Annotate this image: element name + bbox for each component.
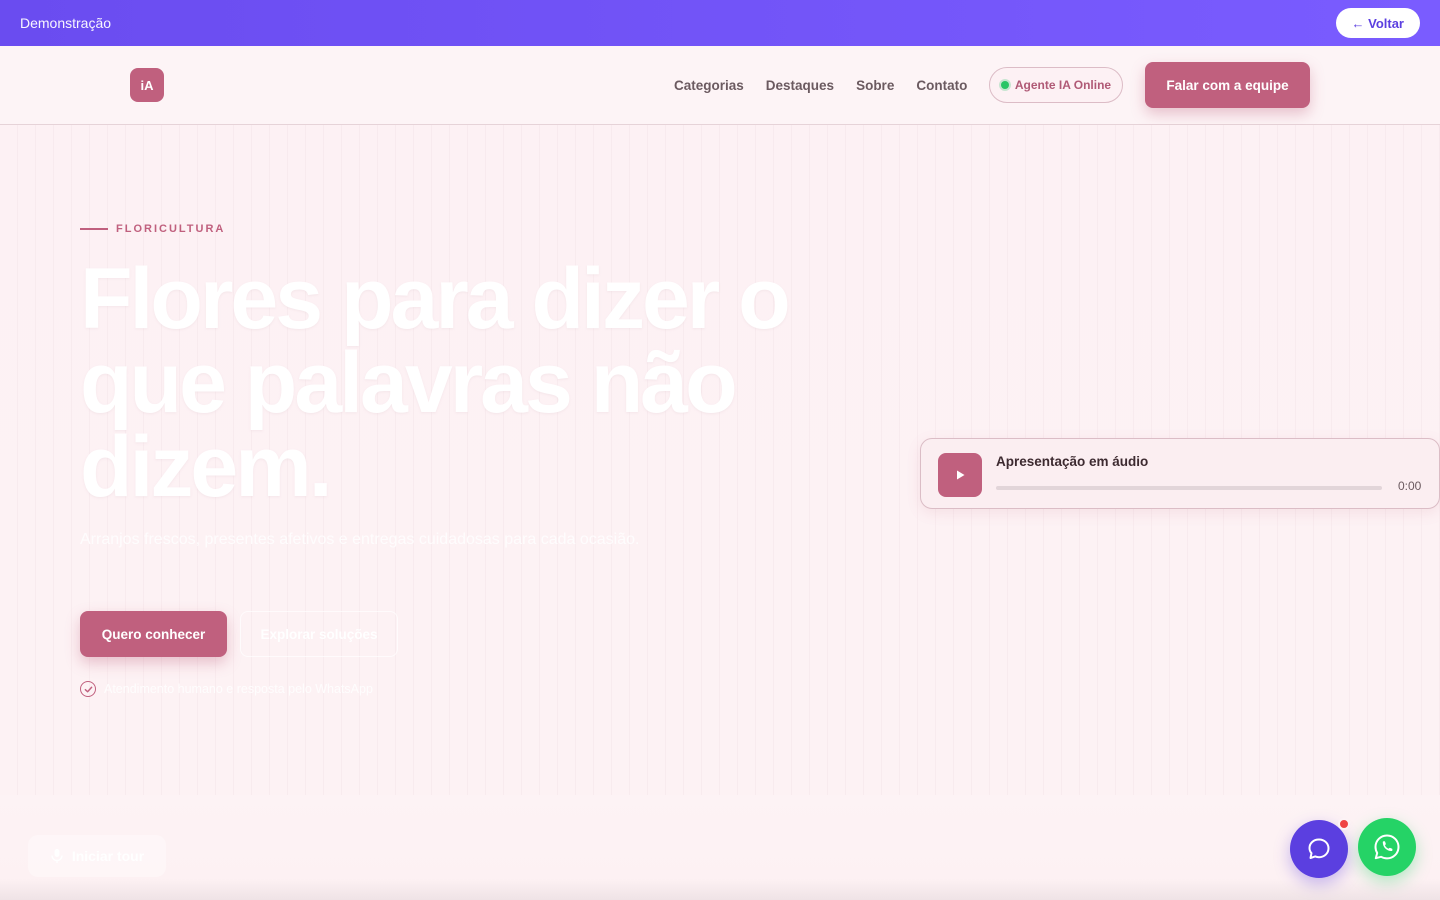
assurance-line: Atendimento humano e resposta pelo Whats… xyxy=(80,681,373,697)
whatsapp-button[interactable] xyxy=(1358,818,1416,876)
start-tour-label: Iniciar tour xyxy=(71,848,145,864)
nav-link-categorias[interactable]: Categorias xyxy=(674,78,744,93)
hero-title: Flores para dizer o que palavras não diz… xyxy=(80,251,791,515)
audio-time: 0:00 xyxy=(1398,479,1422,493)
chat-icon xyxy=(1308,838,1330,859)
site-header: iA Categorias Destaques Sobre Contato Ag… xyxy=(0,46,1440,125)
bottom-band xyxy=(0,795,1440,900)
online-status-dot xyxy=(1000,81,1009,89)
talk-to-team-button[interactable]: Falar com a equipe xyxy=(1145,62,1310,108)
hero-eyebrow: FLORICULTURA xyxy=(80,223,225,235)
demo-bar: Demonstração ← Voltar xyxy=(0,0,1440,46)
nav-link-sobre[interactable]: Sobre xyxy=(856,78,894,93)
mic-icon xyxy=(51,849,63,863)
nav-link-contato[interactable]: Contato xyxy=(916,78,967,93)
nav-link-destaques[interactable]: Destaques xyxy=(766,78,834,93)
explorar-solucoes-button[interactable]: Explorar soluções xyxy=(240,611,398,657)
start-tour-button[interactable]: Iniciar tour xyxy=(28,835,166,877)
audio-title: Apresentação em áudio xyxy=(996,454,1149,469)
logo[interactable]: iA xyxy=(130,68,164,102)
play-icon xyxy=(957,470,965,480)
chat-notification-badge xyxy=(1338,818,1350,830)
hero-subtitle: Arranjos frescos, presentes afetivos e e… xyxy=(80,531,640,548)
quero-conhecer-button[interactable]: Quero conhecer xyxy=(80,611,227,657)
main-nav: Categorias Destaques Sobre Contato xyxy=(674,46,967,125)
play-button[interactable] xyxy=(938,453,982,497)
check-circle-icon xyxy=(80,681,96,697)
eyebrow-text: FLORICULTURA xyxy=(116,223,226,235)
demo-label: Demonstração xyxy=(20,15,112,31)
assurance-text: Atendimento humano e resposta pelo Whats… xyxy=(104,682,373,696)
audio-player-card: Apresentação em áudio 0:00 xyxy=(920,438,1440,509)
audio-progress-track[interactable] xyxy=(996,486,1382,490)
whatsapp-icon xyxy=(1374,834,1400,860)
agent-status-label: Agente IA Online xyxy=(1014,78,1112,92)
back-button[interactable]: ← Voltar xyxy=(1335,8,1420,38)
eyebrow-line xyxy=(80,228,108,230)
agent-status-pill[interactable]: Agente IA Online xyxy=(989,67,1123,103)
